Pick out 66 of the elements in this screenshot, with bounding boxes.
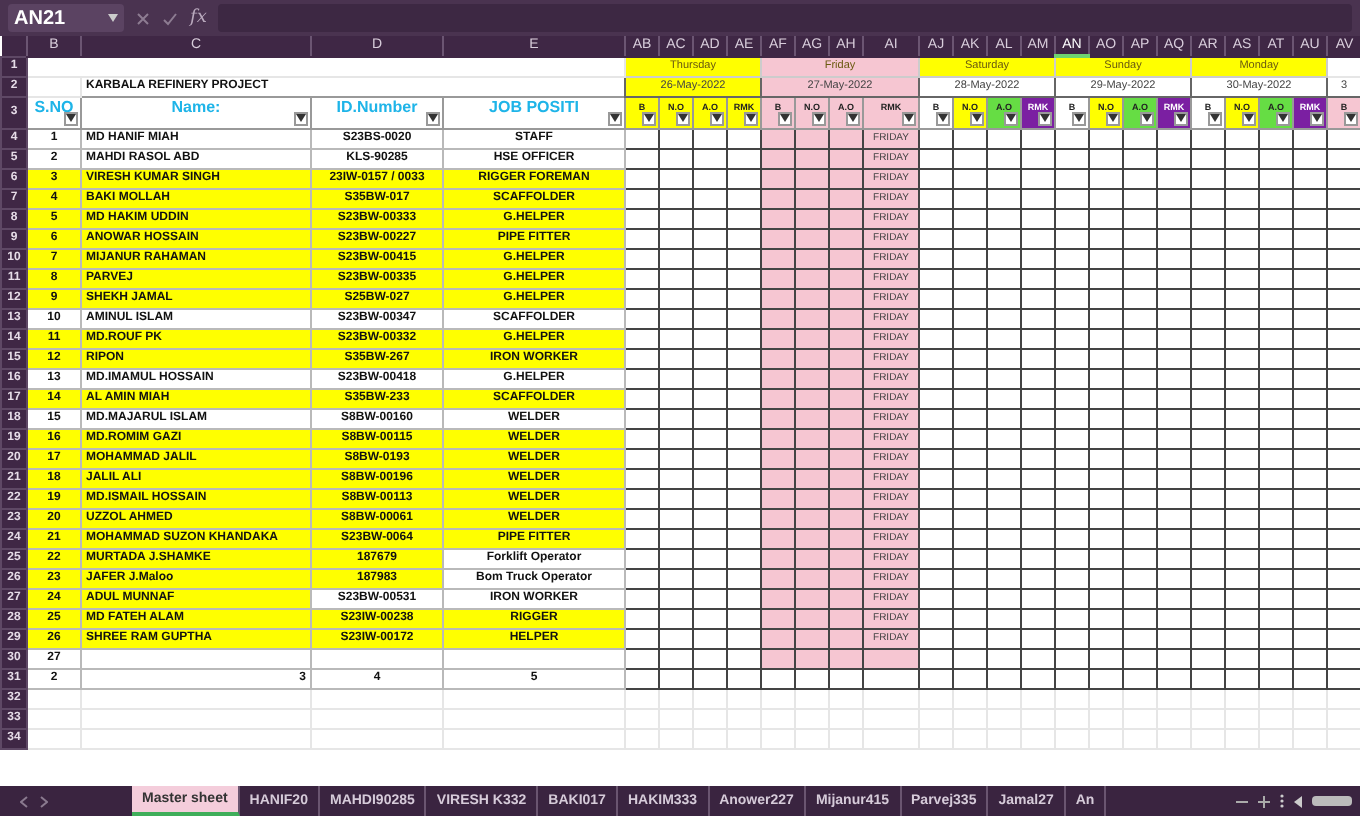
caret-icon: [1210, 114, 1220, 122]
caret-icon: [780, 114, 790, 122]
column-title: JOB POSITI: [489, 98, 579, 115]
filter-dropdown-button[interactable]: [970, 111, 984, 125]
filter-dropdown-button[interactable]: [676, 111, 690, 125]
filter-dropdown-button[interactable]: [426, 111, 440, 125]
caret-icon: [610, 114, 620, 122]
filter-dropdown-button[interactable]: [778, 111, 792, 125]
check-icon[interactable]: [162, 11, 178, 25]
caret-icon: [848, 114, 858, 122]
caret-icon: [1346, 114, 1356, 122]
column-title: S.NO: [34, 98, 74, 115]
filter-dropdown-button[interactable]: [902, 111, 916, 125]
column-title: Name:: [171, 98, 221, 115]
name-box[interactable]: AN21: [8, 4, 124, 32]
caret-icon: [712, 114, 722, 122]
caret-icon: [678, 114, 688, 122]
caret-icon: [1312, 114, 1322, 122]
filter-dropdown-button[interactable]: [1140, 111, 1154, 125]
caret-icon: [1040, 114, 1050, 122]
filter-dropdown-button[interactable]: [744, 111, 758, 125]
filter-dropdown-button[interactable]: [1072, 111, 1086, 125]
filter-dropdown-button[interactable]: [1106, 111, 1120, 125]
scrollbar-thumb[interactable]: [1312, 796, 1352, 806]
previous-sheet-button[interactable]: [20, 795, 28, 807]
caret-icon: [1244, 114, 1254, 122]
caret-icon: [428, 114, 438, 122]
caret-icon: [1108, 114, 1118, 122]
caret-icon: [644, 114, 654, 122]
caret-icon: [814, 114, 824, 122]
caret-icon: [746, 114, 756, 122]
caret-icon: [66, 114, 76, 122]
caret-icon: [1176, 114, 1186, 122]
filter-dropdown-button[interactable]: [642, 111, 656, 125]
caret-icon: [1142, 114, 1152, 122]
filter-dropdown-button[interactable]: [1174, 111, 1188, 125]
filter-dropdown-button[interactable]: [294, 111, 308, 125]
insert-function-button[interactable]: fx: [190, 8, 207, 28]
caret-icon: [108, 14, 118, 22]
filter-dropdown-button[interactable]: [710, 111, 724, 125]
filter-dropdown-button[interactable]: [608, 111, 622, 125]
filter-dropdown-button[interactable]: [936, 111, 950, 125]
filter-dropdown-button[interactable]: [1208, 111, 1222, 125]
caret-icon: [972, 114, 982, 122]
filter-dropdown-button[interactable]: [1004, 111, 1018, 125]
caret-icon: [1074, 114, 1084, 122]
filter-dropdown-button[interactable]: [846, 111, 860, 125]
plus-icon[interactable]: [1258, 795, 1270, 807]
scroll-left-icon[interactable]: [1294, 795, 1302, 807]
filter-dropdown-button[interactable]: [1242, 111, 1256, 125]
column-title: ID.Number: [336, 98, 418, 115]
cancel-icon[interactable]: [136, 11, 150, 25]
filter-dropdown-button[interactable]: [64, 111, 78, 125]
filter-dropdown-button[interactable]: [812, 111, 826, 125]
select-all-corner[interactable]: [1, 36, 27, 56]
filter-dropdown-button[interactable]: [1344, 111, 1358, 125]
caret-icon: [938, 114, 948, 122]
caret-icon: [904, 114, 914, 122]
filter-dropdown-button[interactable]: [1276, 111, 1290, 125]
minus-icon[interactable]: [1236, 799, 1248, 803]
caret-icon: [1278, 114, 1288, 122]
caret-icon: [1006, 114, 1016, 122]
filter-dropdown-button[interactable]: [1310, 111, 1324, 125]
caret-icon: [296, 114, 306, 122]
filter-dropdown-button[interactable]: [1038, 111, 1052, 125]
next-sheet-button[interactable]: [40, 795, 48, 807]
